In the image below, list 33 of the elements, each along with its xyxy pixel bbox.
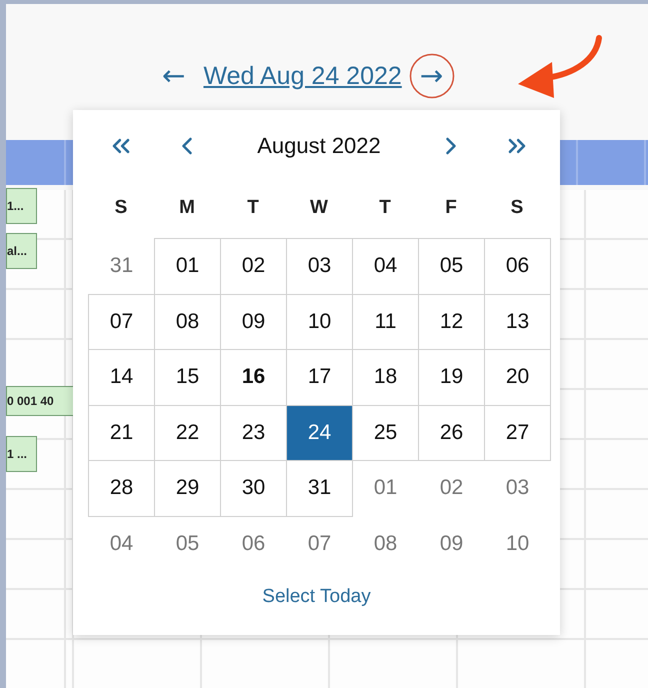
weekday-label: F xyxy=(445,197,457,219)
day-cell[interactable]: 04 xyxy=(88,516,155,572)
day-cell[interactable]: 01 xyxy=(352,460,419,516)
event-chip[interactable]: al... xyxy=(6,233,37,269)
day-cell[interactable]: 06 xyxy=(484,238,551,294)
day-cell[interactable]: 02 xyxy=(418,460,485,516)
weekday-label: T xyxy=(247,197,259,219)
day-cell[interactable]: 24 xyxy=(286,404,353,461)
event-chip[interactable]: 1... xyxy=(6,188,37,224)
day-cell[interactable]: 31 xyxy=(286,460,353,516)
date-link[interactable]: Wed Aug 24 2022 xyxy=(203,62,402,90)
day-cell[interactable]: 06 xyxy=(220,516,287,572)
day-cell[interactable]: 07 xyxy=(88,294,155,350)
day-cell[interactable]: 05 xyxy=(154,516,221,572)
day-cell[interactable]: 09 xyxy=(418,516,485,572)
event-chip[interactable]: 1 ... xyxy=(6,436,37,472)
weekday-label: W xyxy=(310,197,328,219)
day-cell[interactable]: 27 xyxy=(484,404,551,461)
day-cell[interactable]: 28 xyxy=(88,460,155,516)
weekday-label: T xyxy=(379,197,391,219)
day-cell[interactable]: 08 xyxy=(352,516,419,572)
select-today-button[interactable]: Select Today xyxy=(256,585,377,609)
weekday-label: S xyxy=(114,197,128,219)
day-cell[interactable]: 31 xyxy=(88,238,155,294)
event-chip[interactable]: 0 001 40 xyxy=(6,386,76,416)
previous-day-button[interactable]: ← xyxy=(158,62,190,90)
month-title: August 2022 xyxy=(257,133,381,159)
day-cell[interactable]: 10 xyxy=(484,516,551,572)
day-cell[interactable]: 07 xyxy=(286,516,353,572)
weekday-label: S xyxy=(510,197,524,219)
day-cell[interactable]: 01 xyxy=(154,238,221,294)
day-cell[interactable]: 03 xyxy=(484,460,551,516)
weekday-label: M xyxy=(179,197,195,219)
